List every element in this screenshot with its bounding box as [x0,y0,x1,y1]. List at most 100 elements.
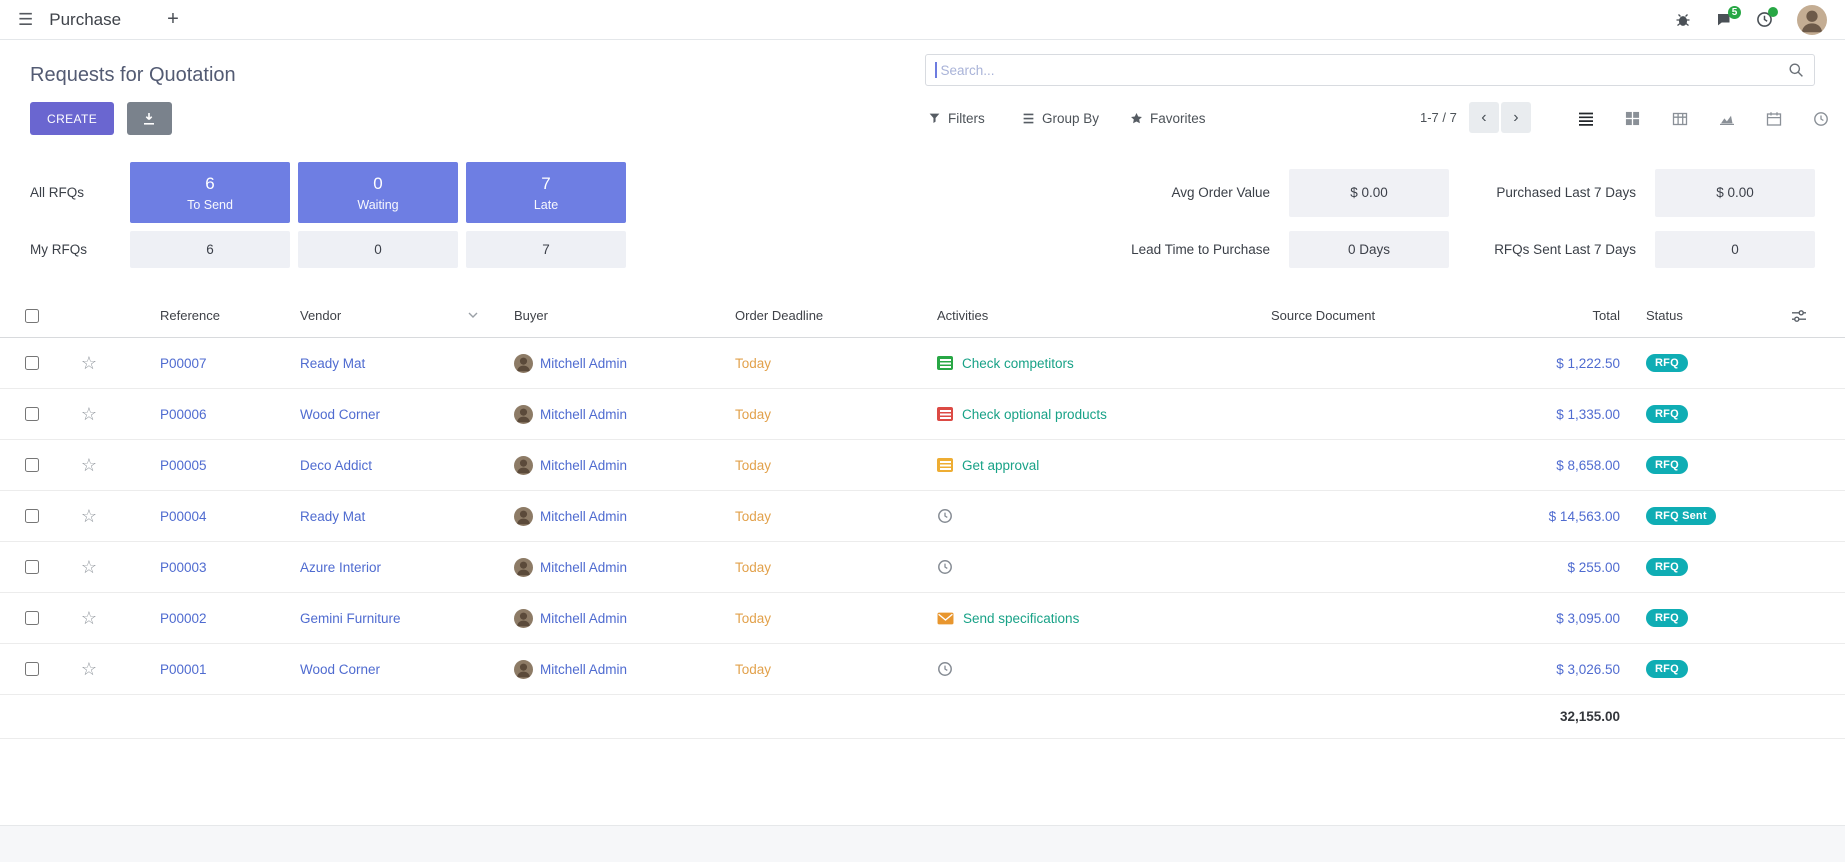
favorite-star-icon[interactable]: ☆ [81,558,97,576]
table-row[interactable]: ☆ P00004 Ready Mat Mitchell Admin Today … [0,491,1845,542]
reference-link[interactable]: P00001 [160,662,207,677]
tile-waiting[interactable]: 0 Waiting [298,162,458,223]
pager-previous-button[interactable]: ‹ [1469,102,1499,133]
header-status[interactable]: Status [1620,308,1785,323]
favorite-star-icon[interactable]: ☆ [81,609,97,627]
my-late-value[interactable]: 7 [466,231,626,268]
pivot-view-icon[interactable] [1656,111,1703,127]
row-checkbox[interactable] [25,407,39,421]
activity-clock-icon[interactable] [937,508,953,524]
vendor-link[interactable]: Ready Mat [300,356,365,371]
buyer-link[interactable]: Mitchell Admin [540,560,627,575]
header-total[interactable]: Total [1440,308,1620,323]
activity-list-icon[interactable] [937,458,953,472]
messages-icon[interactable]: 5 [1715,12,1732,28]
debug-bug-icon[interactable] [1675,12,1691,28]
vendor-link[interactable]: Wood Corner [300,662,380,677]
apps-menu-icon[interactable]: ☰ [18,10,33,30]
favorite-star-icon[interactable]: ☆ [81,456,97,474]
list-view-icon[interactable] [1562,111,1609,127]
activity-label[interactable]: Check competitors [962,356,1074,371]
vendor-link[interactable]: Wood Corner [300,407,380,422]
activity-cell[interactable] [935,661,1271,677]
app-title[interactable]: Purchase [49,10,121,30]
row-checkbox[interactable] [25,509,39,523]
header-order-deadline[interactable]: Order Deadline [729,308,935,323]
vendor-link[interactable]: Deco Addict [300,458,372,473]
activity-list-icon[interactable] [937,407,953,421]
create-button[interactable]: CREATE [30,102,114,135]
kanban-view-icon[interactable] [1609,111,1656,126]
header-vendor[interactable]: Vendor [300,308,506,323]
row-checkbox[interactable] [25,662,39,676]
vendor-link[interactable]: Azure Interior [300,560,381,575]
header-activities[interactable]: Activities [935,308,1271,323]
activity-cell[interactable]: Send specifications [935,611,1271,626]
filters-button[interactable]: Filters [928,102,985,135]
buyer-link[interactable]: Mitchell Admin [540,356,627,371]
reference-link[interactable]: P00003 [160,560,207,575]
favorites-button[interactable]: Favorites [1130,102,1206,135]
optional-columns-icon[interactable] [1785,308,1845,324]
table-row[interactable]: ☆ P00003 Azure Interior Mitchell Admin T… [0,542,1845,593]
reference-link[interactable]: P00006 [160,407,207,422]
row-checkbox[interactable] [25,458,39,472]
activity-cell[interactable]: Check optional products [935,407,1271,422]
buyer-link[interactable]: Mitchell Admin [540,662,627,677]
activity-clock-icon[interactable] [937,661,953,677]
reference-link[interactable]: P00004 [160,509,207,524]
row-checkbox[interactable] [25,611,39,625]
activity-cell[interactable] [935,559,1271,575]
graph-view-icon[interactable] [1703,111,1750,127]
buyer-link[interactable]: Mitchell Admin [540,458,627,473]
activity-view-icon[interactable] [1797,111,1844,127]
header-reference[interactable]: Reference [114,308,300,323]
reference-link[interactable]: P00002 [160,611,207,626]
search-input[interactable] [937,63,1789,78]
tile-late[interactable]: 7 Late [466,162,626,223]
calendar-view-icon[interactable] [1750,111,1797,127]
search-icon[interactable] [1788,62,1804,78]
row-checkbox[interactable] [25,560,39,574]
new-tab-plus-icon[interactable]: + [167,8,179,31]
activity-cell[interactable] [935,508,1271,524]
activity-label[interactable]: Send specifications [963,611,1079,626]
activity-label[interactable]: Get approval [962,458,1039,473]
favorite-star-icon[interactable]: ☆ [81,354,97,372]
table-row[interactable]: ☆ P00007 Ready Mat Mitchell Admin Today … [0,338,1845,389]
table-row[interactable]: ☆ P00001 Wood Corner Mitchell Admin Toda… [0,644,1845,695]
row-checkbox[interactable] [25,356,39,370]
buyer-link[interactable]: Mitchell Admin [540,509,627,524]
table-row[interactable]: ☆ P00005 Deco Addict Mitchell Admin Toda… [0,440,1845,491]
header-buyer[interactable]: Buyer [506,308,729,323]
favorite-star-icon[interactable]: ☆ [81,660,97,678]
tile-to-send[interactable]: 6 To Send [130,162,290,223]
reference-link[interactable]: P00007 [160,356,207,371]
header-source-document[interactable]: Source Document [1271,308,1440,323]
sort-chevron-down-icon[interactable] [468,312,478,319]
table-row[interactable]: ☆ P00002 Gemini Furniture Mitchell Admin… [0,593,1845,644]
activity-mail-icon[interactable] [937,612,954,625]
reference-link[interactable]: P00005 [160,458,207,473]
my-waiting-value[interactable]: 0 [298,231,458,268]
activity-label[interactable]: Check optional products [962,407,1107,422]
search-bar[interactable] [925,54,1815,86]
buyer-link[interactable]: Mitchell Admin [540,407,627,422]
favorite-star-icon[interactable]: ☆ [81,405,97,423]
activities-clock-icon[interactable] [1756,11,1773,28]
import-button[interactable] [127,102,172,135]
group-by-button[interactable]: Group By [1022,102,1099,135]
pager-next-button[interactable]: › [1501,102,1531,133]
activity-cell[interactable]: Check competitors [935,356,1271,371]
user-avatar[interactable] [1797,5,1827,35]
select-all-checkbox[interactable] [25,309,39,323]
activity-cell[interactable]: Get approval [935,458,1271,473]
vendor-link[interactable]: Gemini Furniture [300,611,401,626]
activity-clock-icon[interactable] [937,559,953,575]
vendor-link[interactable]: Ready Mat [300,509,365,524]
table-row[interactable]: ☆ P00006 Wood Corner Mitchell Admin Toda… [0,389,1845,440]
my-to-send-value[interactable]: 6 [130,231,290,268]
favorite-star-icon[interactable]: ☆ [81,507,97,525]
buyer-link[interactable]: Mitchell Admin [540,611,627,626]
activity-list-icon[interactable] [937,356,953,370]
